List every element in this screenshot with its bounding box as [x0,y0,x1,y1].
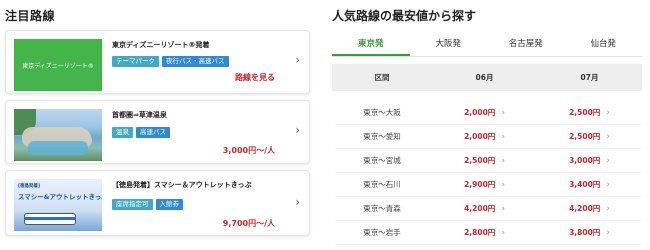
tag-night-bus: 夜行バス・高速バス [162,56,229,67]
june-price-link[interactable]: 2,800円 › [432,227,537,238]
price-table-header: 区間 06月 07月 [332,64,642,91]
chevron-right-icon: › [501,108,505,118]
chevron-right-icon: › [606,228,610,238]
june-price-link[interactable]: 2,900円 › [432,179,537,190]
featured-routes-panel: 注目路線 東京ディズニーリゾート® 東京ディズニーリゾート®発着 テーマパーク … [0,0,318,250]
chevron-right-icon[interactable]: › [295,195,300,209]
tab-osaka[interactable]: 大阪発 [410,33,488,56]
route-card-kusatsu[interactable]: 首都圏⇒草津温泉 温泉 高速バス 3,000円〜/人 › [5,100,310,164]
tag-reserved-seat: 座席指定可 [112,199,153,210]
table-row: 東京〜石川 2,900円 › 3,400円 › [332,173,642,197]
chevron-right-icon[interactable]: › [295,123,300,137]
tag-onsen: 温泉 [112,127,133,138]
route-card-title: 東京ディズニーリゾート®発着 [112,41,210,49]
june-price-link[interactable]: 4,200円 › [432,203,537,214]
table-row: 東京〜大阪 2,000円 › 2,500円 › [332,101,642,125]
cheapest-routes-panel: 人気路線の最安値から探す 東京発 大阪発 名古屋発 仙台発 区間 06月 07月… [322,0,650,250]
kusatsu-thumbnail [14,109,102,161]
chevron-right-icon: › [606,180,610,190]
july-price-link[interactable]: 3,000円 › [537,155,642,166]
july-price-link[interactable]: 3,400円 › [537,179,642,190]
disney-thumbnail-text: 東京ディズニーリゾート® [22,62,94,70]
table-row: 東京〜宮城 2,500円 › 3,000円 › [332,149,642,173]
route-cell: 東京〜宮城 [363,156,401,165]
table-row: 東京〜岩手 2,800円 › 3,800円 › [332,221,642,245]
chevron-right-icon: › [501,156,505,166]
route-card-tags: テーマパーク 夜行バス・高速バス [112,56,229,67]
july-price-link[interactable]: 4,200円 › [537,203,642,214]
route-cell: 東京〜大阪 [363,108,401,117]
header-july: 07月 [580,73,599,82]
table-row: 東京〜愛知 2,000円 › 2,500円 › [332,125,642,149]
chevron-right-icon: › [501,228,505,238]
tab-nagoya[interactable]: 名古屋発 [487,33,565,56]
route-card-disney[interactable]: 東京ディズニーリゾート® 東京ディズニーリゾート®発着 テーマパーク 夜行バス・… [5,30,310,94]
june-price-link[interactable]: 2,500円 › [432,155,537,166]
tab-tokyo[interactable]: 東京発 [332,33,410,56]
outlet-thumbnail: [徳島発着] スマシー&アウトレットきっぷ [14,179,102,231]
price-table-body: 東京〜大阪 2,000円 › 2,500円 › 東京〜愛知 2,000円 › 2,50… [332,101,642,245]
route-card-title: 首都圏⇒草津温泉 [112,111,167,119]
table-row: 東京〜青森 4,200円 › 4,200円 › [332,197,642,221]
route-price: 9,700円〜/人 [222,219,275,228]
june-price-link[interactable]: 2,000円 › [432,131,537,142]
tag-highway-bus: 高速バス [136,127,170,138]
view-route-link[interactable]: 路線を見る [235,72,275,83]
disney-thumbnail: 東京ディズニーリゾート® [14,39,102,91]
route-cell: 東京〜青森 [363,204,401,213]
chevron-right-icon: › [501,132,505,142]
chevron-right-icon: › [606,132,610,142]
route-card-tags: 温泉 高速バス [112,127,170,138]
outlet-thumbnail-subtext: [徳島発着] [18,184,41,189]
july-price-link[interactable]: 3,800円 › [537,227,642,238]
header-route: 区間 [374,73,390,82]
july-price-link[interactable]: 2,500円 › [537,107,642,118]
outlet-thumbnail-text: スマシー&アウトレットきっぷ [18,193,102,201]
route-cell: 東京〜石川 [363,180,401,189]
chevron-right-icon[interactable]: › [295,53,300,67]
departure-tabs: 東京発 大阪発 名古屋発 仙台発 [332,33,642,57]
route-price: 3,000円〜/人 [222,146,275,155]
route-card-tags: 座席指定可 入館券 [112,199,183,210]
july-price-link[interactable]: 2,500円 › [537,131,642,142]
tab-sendai[interactable]: 仙台発 [565,33,643,56]
june-price-link[interactable]: 2,000円 › [432,107,537,118]
chevron-right-icon: › [606,156,610,166]
header-june: 06月 [475,73,494,82]
chevron-right-icon: › [606,108,610,118]
cheapest-routes-title: 人気路線の最安値から探す [332,9,477,23]
route-cell: 東京〜愛知 [363,132,401,141]
chevron-right-icon: › [501,180,505,190]
route-card-tokushima[interactable]: [徳島発着] スマシー&アウトレットきっぷ 【徳島発着】スマシー＆アウトレットき… [5,170,310,236]
tag-admission-ticket: 入館券 [155,199,183,210]
chevron-right-icon: › [606,204,610,214]
tag-theme-park: テーマパーク [112,56,159,67]
route-cell: 東京〜岩手 [363,228,401,237]
featured-routes-title: 注目路線 [5,9,56,23]
chevron-right-icon: › [501,204,505,214]
route-card-title: 【徳島発着】スマシー＆アウトレットきっぷ [112,181,252,189]
